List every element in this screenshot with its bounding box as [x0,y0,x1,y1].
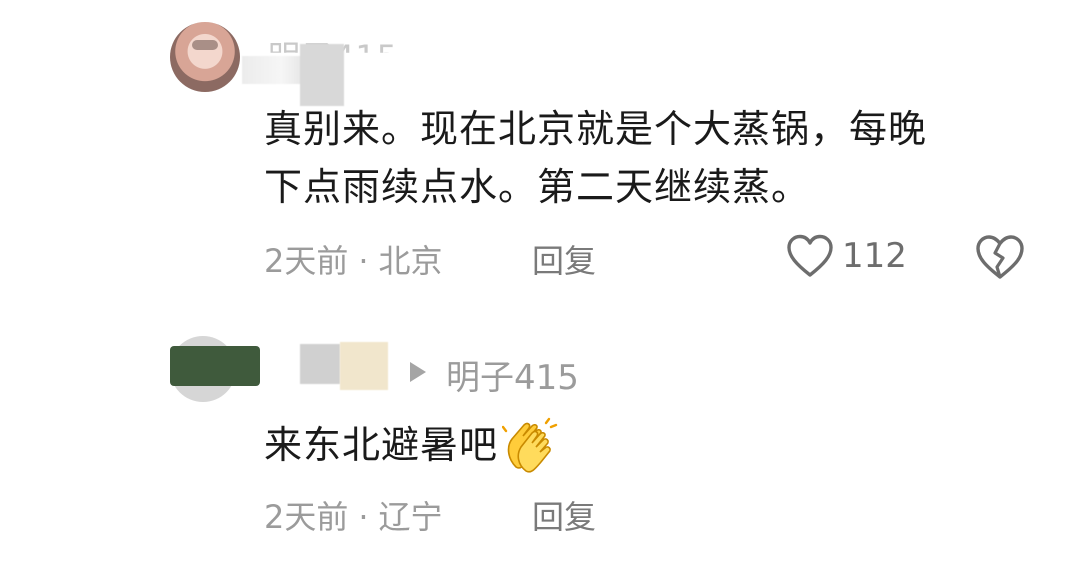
comment-meta: 2天前 · 辽宁 [264,492,443,538]
timestamp: 2天前 [264,498,349,536]
comment-line: 下点雨续点水。第二天继续蒸。 [264,165,811,209]
blurred-username-block [340,342,388,390]
reply-to-username[interactable]: 明子415 [446,350,579,399]
timestamp: 2天前 [264,242,349,280]
meta-separator: · [358,498,369,536]
heart-outline-icon [787,234,833,277]
comment-line: 来东北避暑吧 [264,423,499,467]
comment-body: 真别来。现在北京就是个大蒸锅，每晚 下点雨续点水。第二天继续蒸。 [264,100,1044,216]
like-button[interactable]: 112 [786,234,907,278]
blurred-username [242,56,308,84]
meta-separator: · [358,242,369,280]
reply-button[interactable]: 回复 [532,236,596,282]
like-count: 112 [842,236,907,276]
reply-arrow-icon [410,362,426,382]
comment-meta: 2天前 · 北京 [264,236,443,282]
location: 辽宁 [378,498,443,536]
comment-thread: 明子415 真别来。现在北京就是个大蒸锅，每晚 下点雨续点水。第二天继续蒸。 2… [0,0,1084,563]
comment-line: 真别来。现在北京就是个大蒸锅，每晚 [264,107,928,151]
blurred-username [300,344,340,384]
blurred-username-block [300,44,344,106]
reply-button[interactable]: 回复 [532,492,596,538]
broken-heart-icon[interactable] [974,234,1026,280]
comment-body: 来东北避暑吧 [264,416,1044,474]
avatar-obscured-block [170,346,260,386]
location: 北京 [378,242,443,280]
avatar[interactable] [170,22,240,92]
clapping-hands-icon [502,417,558,473]
